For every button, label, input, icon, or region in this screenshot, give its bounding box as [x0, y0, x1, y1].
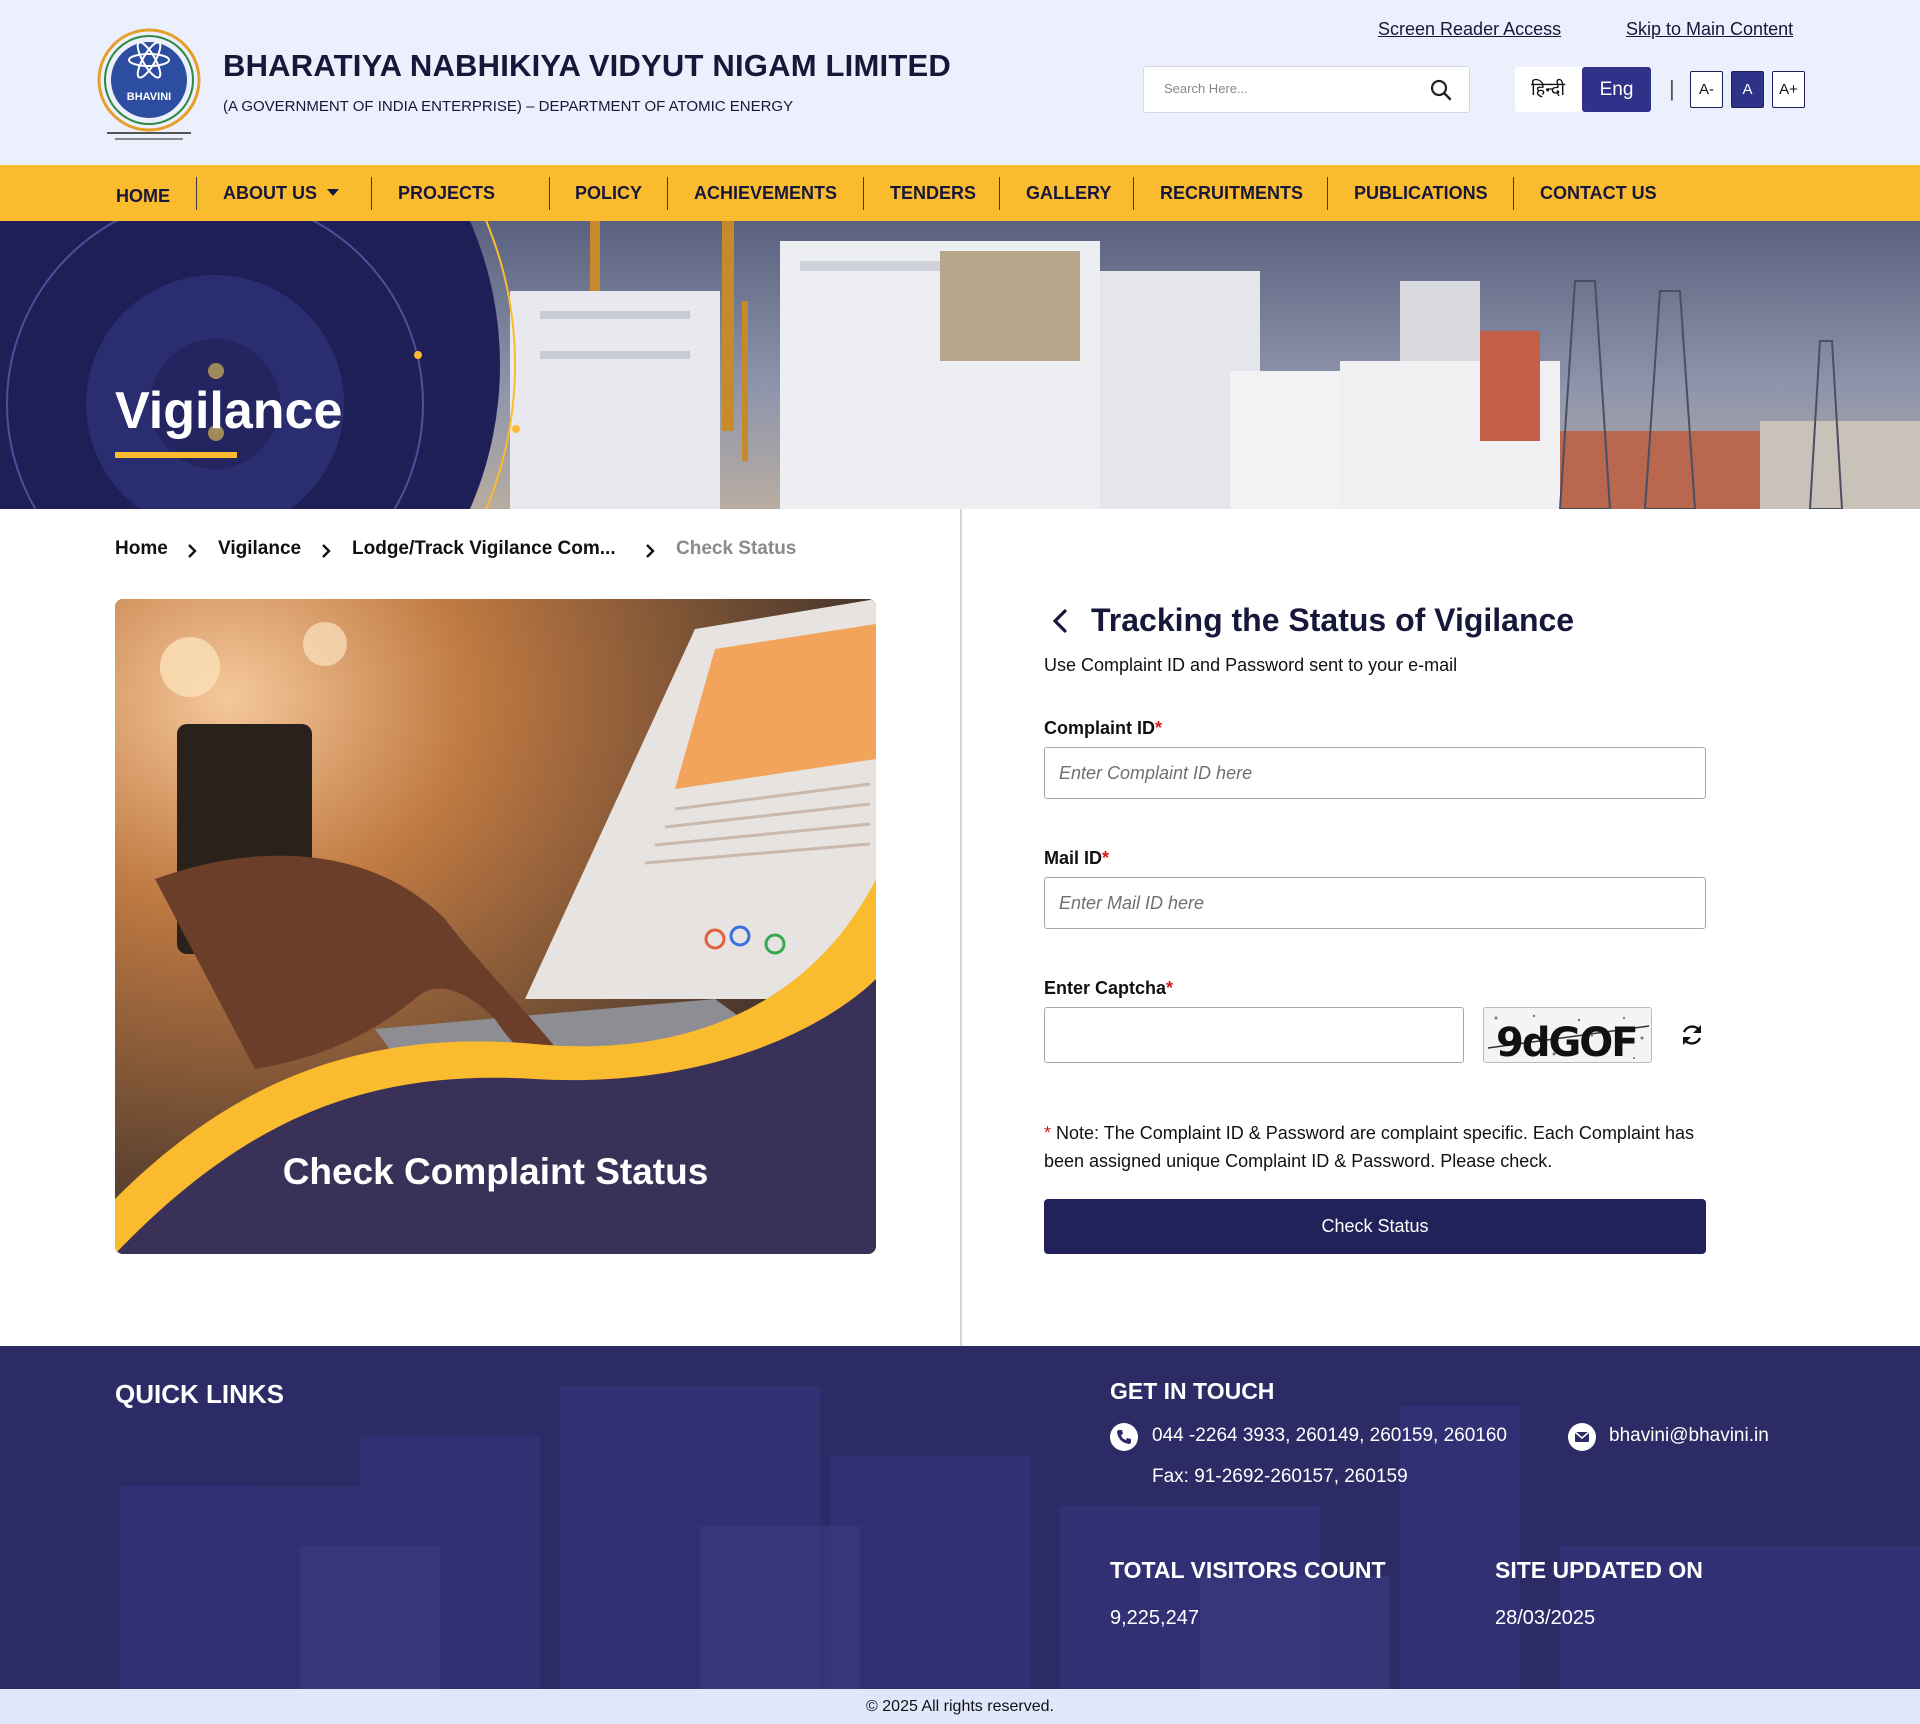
font-normal-button[interactable]: A — [1731, 71, 1764, 108]
contact-fax: Fax: 91-2692-260157, 260159 — [1152, 1466, 1408, 1487]
chevron-right-icon — [322, 544, 331, 558]
captcha-image: 9dGOF — [1483, 1007, 1652, 1063]
card-title: Check Complaint Status — [282, 1151, 709, 1192]
site-updated-value: 28/03/2025 — [1495, 1607, 1596, 1629]
nav-separator — [1513, 177, 1514, 210]
nav-separator — [549, 177, 550, 210]
content-divider — [960, 509, 962, 1346]
nav-separator — [667, 177, 668, 210]
form-note-text: Note: The Complaint ID & Password are co… — [1044, 1123, 1694, 1171]
font-decrease-button[interactable]: A- — [1690, 71, 1723, 108]
nav-gallery[interactable]: GALLERY — [1026, 165, 1111, 221]
nav-separator — [196, 177, 197, 210]
complaint-id-label-text: Complaint ID — [1044, 718, 1155, 738]
refresh-icon[interactable] — [1678, 1021, 1706, 1049]
required-mark: * — [1166, 978, 1174, 998]
bhavini-logo-icon[interactable]: BHAVINI — [97, 20, 201, 146]
breadcrumb-current: Check Status — [676, 538, 797, 559]
copyright-bar: © 2025 All rights reserved. — [0, 1689, 1920, 1724]
footer-background-image — [120, 1386, 1920, 1689]
quick-links-title: QUICK LINKS — [115, 1379, 284, 1409]
screen-reader-access-link[interactable]: Screen Reader Access — [1378, 19, 1561, 40]
phone-icon — [1110, 1423, 1138, 1451]
language-hindi-button[interactable]: हिन्दी — [1515, 67, 1581, 112]
nav-achievements[interactable]: ACHIEVEMENTS — [694, 165, 837, 221]
chevron-right-icon — [188, 544, 197, 558]
nav-separator — [1133, 177, 1134, 210]
site-updated-title: SITE UPDATED ON — [1495, 1557, 1703, 1583]
required-mark: * — [1155, 718, 1163, 738]
top-header: BHAVINI BHARATIYA NABHIKIYA VIDYUT NIGAM… — [0, 0, 1920, 165]
caret-down-icon — [327, 189, 339, 197]
captcha-input[interactable] — [1044, 1007, 1464, 1063]
nav-recruitments[interactable]: RECRUITMENTS — [1160, 165, 1303, 221]
check-status-card: Check Complaint Status — [115, 599, 876, 1254]
search-box[interactable]: Search Here... — [1143, 66, 1470, 113]
nav-separator — [1327, 177, 1328, 210]
main-navigation: HOME ABOUT US PROJECTS POLICY ACHIEVEMEN… — [0, 165, 1920, 221]
nav-separator — [371, 177, 372, 210]
org-subtitle: (A GOVERNMENT OF INDIA ENTERPRISE) – DEP… — [223, 98, 794, 115]
breadcrumb-home[interactable]: Home — [115, 538, 168, 560]
contact-email[interactable]: bhavini@bhavini.in — [1609, 1425, 1769, 1447]
font-increase-button[interactable]: A+ — [1772, 71, 1805, 108]
captcha-label-text: Enter Captcha — [1044, 978, 1167, 998]
nav-tenders[interactable]: TENDERS — [890, 165, 976, 221]
org-name: BHARATIYA NABHIKIYA VIDYUT NIGAM LIMITED — [223, 48, 951, 83]
chevron-left-icon[interactable] — [1050, 607, 1070, 635]
get-in-touch-title: GET IN TOUCH — [1110, 1378, 1275, 1404]
contact-phone: 044 -2264 3933, 260149, 260159, 260160 — [1152, 1425, 1507, 1446]
header-divider: | — [1669, 76, 1675, 101]
nav-separator — [999, 177, 1000, 210]
nav-publications[interactable]: PUBLICATIONS — [1354, 165, 1488, 221]
page-title: Vigilance — [115, 382, 343, 440]
svg-text:9dGOF: 9dGOF — [1496, 1020, 1637, 1063]
nav-separator — [863, 177, 864, 210]
visitors-count-value: 9,225,247 — [1110, 1607, 1199, 1629]
skip-to-main-content-link[interactable]: Skip to Main Content — [1626, 19, 1793, 40]
complaint-id-label: Complaint ID* — [1044, 718, 1162, 739]
nav-home[interactable]: HOME — [116, 168, 170, 224]
nav-contact-us[interactable]: CONTACT US — [1540, 165, 1657, 221]
check-status-button[interactable]: Check Status — [1044, 1199, 1706, 1254]
breadcrumb-vigilance[interactable]: Vigilance — [218, 538, 301, 560]
nav-projects[interactable]: PROJECTS — [398, 165, 495, 221]
search-input[interactable]: Search Here... — [1164, 81, 1248, 96]
complaint-id-input[interactable] — [1044, 747, 1706, 799]
nav-about-us[interactable]: ABOUT US — [223, 165, 339, 221]
language-switcher: हिन्दी Eng — [1515, 67, 1651, 112]
svg-text:BHAVINI: BHAVINI — [127, 91, 171, 103]
footer: QUICK LINKS GET IN TOUCH 044 -2264 3933,… — [0, 1346, 1920, 1689]
nav-policy[interactable]: POLICY — [575, 165, 642, 221]
title-underline — [115, 452, 237, 458]
mail-id-label-text: Mail ID — [1044, 848, 1103, 868]
captcha-label: Enter Captcha* — [1044, 978, 1173, 999]
form-note: * Note: The Complaint ID & Password are … — [1044, 1119, 1709, 1175]
visitors-count-title: TOTAL VISITORS COUNT — [1110, 1557, 1386, 1583]
mail-id-label: Mail ID* — [1044, 848, 1109, 869]
mail-id-input[interactable] — [1044, 877, 1706, 929]
banner-plant-image — [0, 221, 1920, 509]
breadcrumb-lodge-track[interactable]: Lodge/Track Vigilance Com... — [352, 538, 616, 560]
page-banner: Vigilance — [0, 221, 1920, 509]
language-english-button[interactable]: Eng — [1582, 67, 1651, 112]
form-title: Tracking the Status of Vigilance — [1091, 602, 1575, 638]
mail-icon — [1568, 1423, 1596, 1451]
search-icon[interactable] — [1429, 78, 1453, 102]
form-subtitle: Use Complaint ID and Password sent to yo… — [1044, 655, 1458, 675]
chevron-right-icon — [646, 544, 655, 558]
captcha-noise: 9dGOF — [1487, 1014, 1650, 1063]
required-mark: * — [1044, 1123, 1052, 1143]
nav-about-us-label: ABOUT US — [223, 183, 317, 203]
required-mark: * — [1102, 848, 1110, 868]
